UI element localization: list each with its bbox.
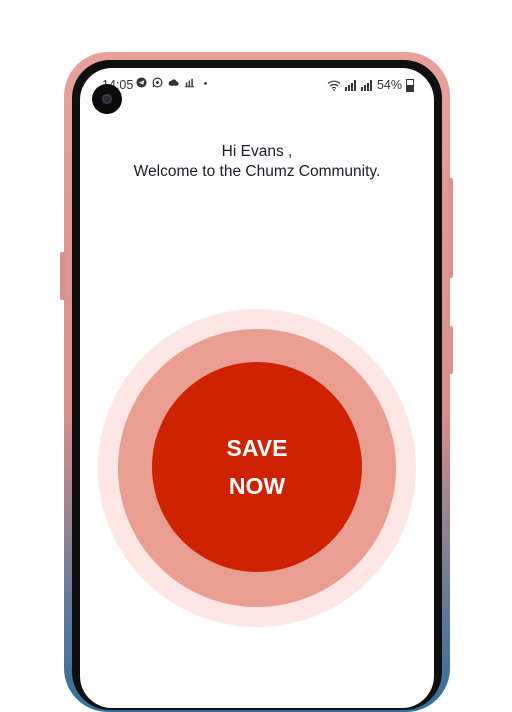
greeting-welcome: Welcome to the Chumz Community.	[133, 163, 381, 180]
telegram-icon	[136, 77, 147, 88]
battery-percent: 54%	[376, 78, 402, 92]
front-camera	[92, 84, 122, 114]
signal-icon	[360, 79, 372, 91]
whatsapp-icon	[152, 77, 163, 88]
welcome-message: Hi Evans , Welcome to the Chumz Communit…	[80, 142, 434, 182]
save-now-label-line2: NOW	[228, 473, 286, 499]
side-button-lower	[448, 326, 453, 374]
side-button	[448, 178, 453, 278]
chart-icon	[184, 78, 195, 88]
dot-icon	[204, 82, 207, 85]
save-now-label-line1: SAVE	[226, 435, 288, 461]
system-icons: 54%	[327, 78, 414, 92]
wifi-icon	[327, 80, 341, 91]
status-bar: 14:05 54%	[80, 68, 434, 102]
greeting-name: Hi Evans ,	[221, 143, 293, 160]
cloud-icon	[168, 79, 179, 86]
save-now-button[interactable]: SAVE NOW	[152, 362, 362, 572]
battery-icon	[406, 78, 414, 92]
notification-icons	[136, 77, 211, 88]
volume-button	[60, 252, 66, 300]
signal-icon	[344, 79, 356, 91]
